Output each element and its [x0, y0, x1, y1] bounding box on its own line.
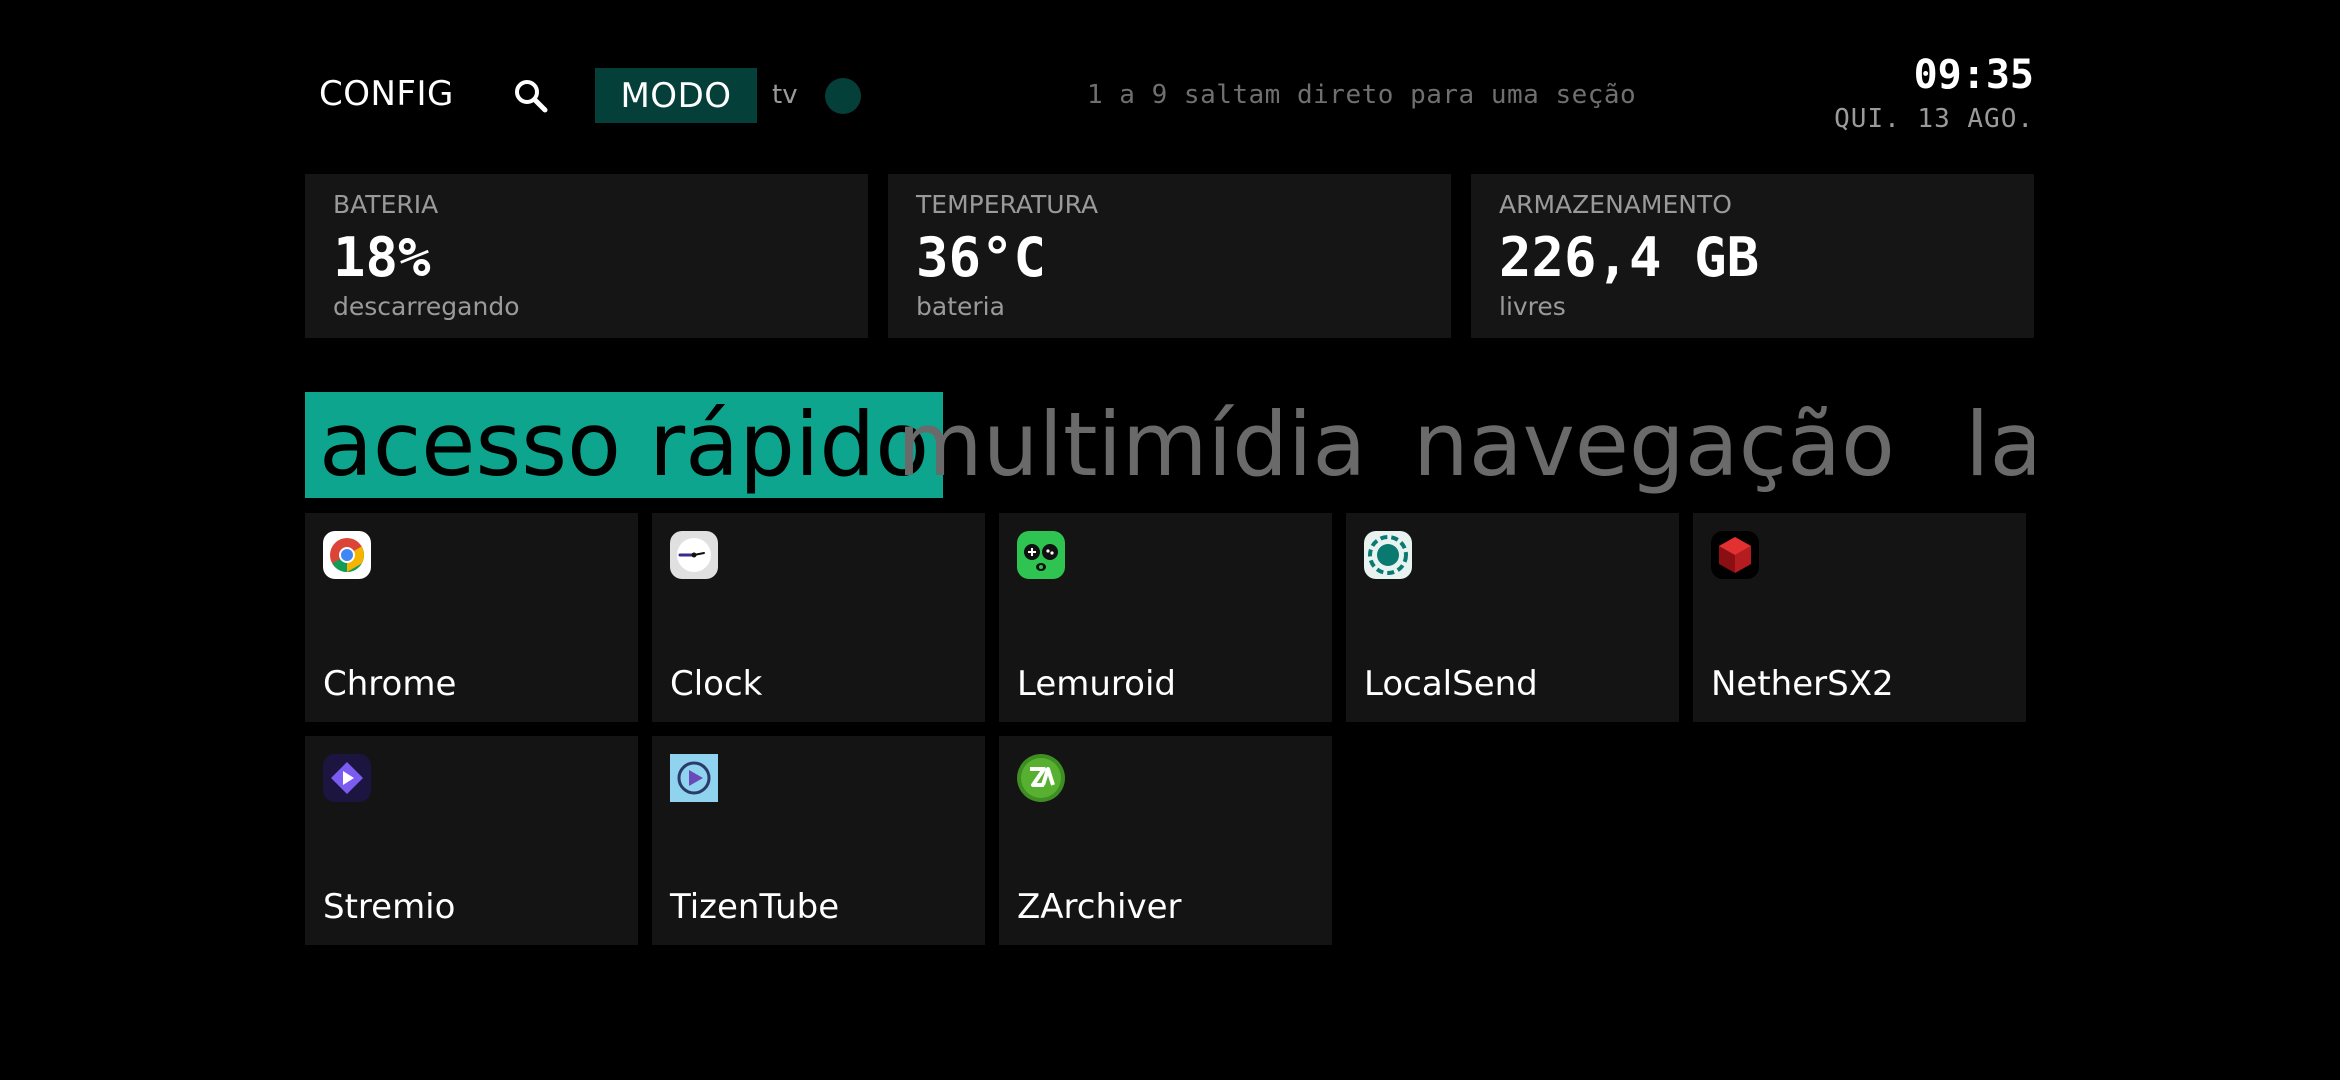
stat-subtitle: bateria	[916, 292, 1005, 321]
app-tile-localsend[interactable]: LocalSend	[1346, 513, 1679, 722]
tizentube-icon	[670, 754, 718, 802]
clock-time: 09:35	[1913, 52, 2034, 98]
tab-multimidia[interactable]: multimídia	[897, 392, 1366, 498]
mode-value: tv	[772, 80, 798, 110]
mode-button[interactable]: MODO	[595, 68, 757, 123]
stat-label: ARMAZENAMENTO	[1499, 190, 1732, 219]
tab-partial[interactable]: la	[1965, 392, 2034, 498]
app-name: Stremio	[323, 887, 456, 927]
app-grid: Chrome Clock Lemuroid LocalSend NetherSX…	[305, 513, 2026, 945]
app-name: NetherSX2	[1711, 664, 1894, 704]
tab-acesso-rapido[interactable]: acesso rápido	[305, 392, 944, 498]
nethersx2-icon	[1711, 531, 1759, 579]
app-name: TizenTube	[670, 887, 840, 927]
battery-card: BATERIA 18% descarregando	[305, 174, 868, 338]
app-tile-chrome[interactable]: Chrome	[305, 513, 638, 722]
stat-subtitle: descarregando	[333, 292, 520, 321]
stat-value: 226,4 GB	[1499, 226, 1760, 289]
clock-date: QUI. 13 AGO.	[1834, 104, 2034, 134]
stat-value: 18%	[333, 226, 431, 289]
stat-label: TEMPERATURA	[916, 190, 1099, 219]
app-name: Chrome	[323, 664, 457, 704]
app-name: ZArchiver	[1017, 887, 1182, 927]
lemuroid-icon	[1017, 531, 1065, 579]
app-tile-nethersx2[interactable]: NetherSX2	[1693, 513, 2026, 722]
app-tile-tizentube[interactable]: TizenTube	[652, 736, 985, 945]
tab-navegacao[interactable]: navegação	[1413, 392, 1895, 498]
app-tile-stremio[interactable]: Stremio	[305, 736, 638, 945]
stat-label: BATERIA	[333, 190, 439, 219]
localsend-icon	[1364, 531, 1412, 579]
app-tile-clock[interactable]: Clock	[652, 513, 985, 722]
temperature-card: TEMPERATURA 36°C bateria	[888, 174, 1451, 338]
mode-toggle-indicator[interactable]	[825, 78, 861, 114]
stremio-icon	[323, 754, 371, 802]
app-tile-lemuroid[interactable]: Lemuroid	[999, 513, 1332, 722]
chrome-icon	[323, 531, 371, 579]
shortcut-hint: 1 a 9 saltam direto para uma seção	[1087, 80, 1637, 110]
zarchiver-icon	[1017, 754, 1065, 802]
app-name: Clock	[670, 664, 763, 704]
search-icon[interactable]	[513, 78, 549, 114]
top-bar: CONFIG MODO tv 1 a 9 saltam direto para …	[305, 0, 2034, 160]
stat-subtitle: livres	[1499, 292, 1566, 321]
status-cards: BATERIA 18% descarregando TEMPERATURA 36…	[305, 174, 2034, 338]
app-tile-zarchiver[interactable]: ZArchiver	[999, 736, 1332, 945]
config-button[interactable]: CONFIG	[319, 74, 454, 114]
section-tabs: acesso rápido multimídia navegação la	[305, 392, 2034, 498]
clock-icon	[670, 531, 718, 579]
stat-value: 36°C	[916, 226, 1047, 289]
storage-card: ARMAZENAMENTO 226,4 GB livres	[1471, 174, 2034, 338]
app-name: LocalSend	[1364, 664, 1538, 704]
app-name: Lemuroid	[1017, 664, 1176, 704]
